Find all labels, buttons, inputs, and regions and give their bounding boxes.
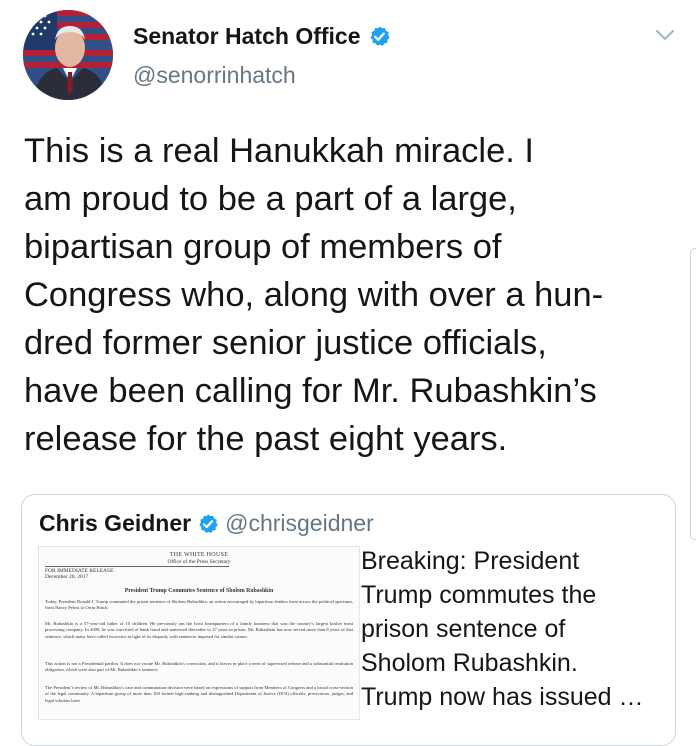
document-divider <box>45 566 229 567</box>
quoted-author-name: Chris Geidner <box>39 510 192 536</box>
tweet-text: This is a real Hanukkah miracle. I am pr… <box>24 127 674 463</box>
quoted-text-line: Trump commutes the <box>361 581 597 609</box>
avatar-portrait-image <box>23 10 113 100</box>
document-paragraph: Mr. Rubashkin is a 57-year-old father of… <box>45 621 353 639</box>
chevron-down-icon[interactable] <box>655 28 675 42</box>
tweet-text-line: This is a real Hanukkah miracle. I <box>24 132 535 170</box>
quoted-text-line: prison sentence of <box>361 615 566 643</box>
document-paragraph: Today, President Donald J. Trump commute… <box>45 599 353 611</box>
tweet-text-line: release for the past eight years. <box>24 420 508 458</box>
quoted-text-line: Sholom Rubashkin. <box>361 649 578 677</box>
verified-badge-icon <box>199 513 218 533</box>
tweet-text-line: bipartisan group of members of <box>24 228 502 266</box>
quoted-tweet-text: Breaking: President Trump commutes the p… <box>361 544 671 714</box>
author-avatar[interactable] <box>23 10 113 100</box>
tweet-text-line: have been calling for Mr. Rubashkin’s <box>24 372 597 410</box>
side-scroll-handle[interactable] <box>690 248 696 540</box>
tweet-text-line: Congress who, along with over a hun- <box>24 276 604 314</box>
document-date: December 20, 2017 <box>45 574 89 580</box>
quoted-tweet-image[interactable]: THE WHITE HOUSE Office of the Press Secr… <box>38 546 360 720</box>
document-paragraph: The President’s review of Mr. Rubashkin’… <box>45 685 353 703</box>
document-paragraph: This action is not a Presidential pardon… <box>45 661 353 673</box>
document-subheader: Office of the Press Secretary <box>167 559 231 565</box>
author-name[interactable]: Senator Hatch Office <box>133 23 361 50</box>
quoted-tweet-header: Chris Geidner @chrisgeidner <box>39 510 374 537</box>
verified-badge-icon <box>369 26 390 46</box>
author-name-row: Senator Hatch Office <box>133 23 391 50</box>
quoted-tweet-card[interactable]: Chris Geidner @chrisgeidner THE WHITE HO… <box>21 494 676 746</box>
quoted-text-line: Breaking: President <box>361 547 580 575</box>
quoted-text-line: Trump now has issued … <box>361 683 644 711</box>
tweet-text-line: dred former senior justice officials, <box>24 324 547 362</box>
document-title: President Trump Commutes Sentence of Sho… <box>124 588 274 594</box>
tweet-text-line: am proud to be a part of a large, <box>24 180 517 218</box>
quoted-author-handle: @chrisgeidner <box>225 510 374 536</box>
author-handle[interactable]: @senorrinhatch <box>133 62 296 89</box>
document-header: THE WHITE HOUSE <box>169 552 229 558</box>
